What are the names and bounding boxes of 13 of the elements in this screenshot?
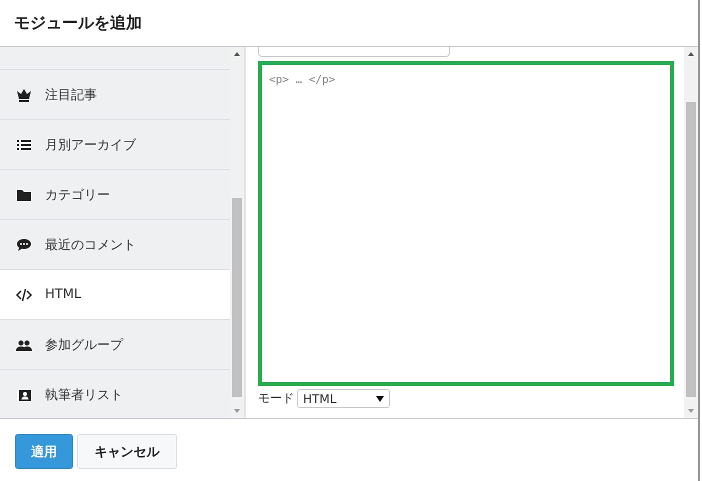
cancel-button[interactable]: キャンセル	[77, 434, 177, 469]
mode-select[interactable]: HTML	[297, 389, 390, 408]
html-editor-field[interactable]: <p> … </p>	[258, 61, 674, 386]
mode-label: モード	[258, 390, 294, 407]
scrollbar[interactable]	[684, 47, 698, 418]
comment-icon	[15, 236, 33, 252]
module-list-item[interactable]: HTML	[0, 270, 230, 320]
input-field[interactable]	[258, 46, 450, 57]
crown-icon	[15, 86, 33, 102]
caret-icon	[376, 396, 384, 402]
scrollbar[interactable]	[230, 47, 244, 418]
code-icon	[15, 286, 33, 302]
dialog-title: モジュールを追加	[14, 12, 142, 34]
